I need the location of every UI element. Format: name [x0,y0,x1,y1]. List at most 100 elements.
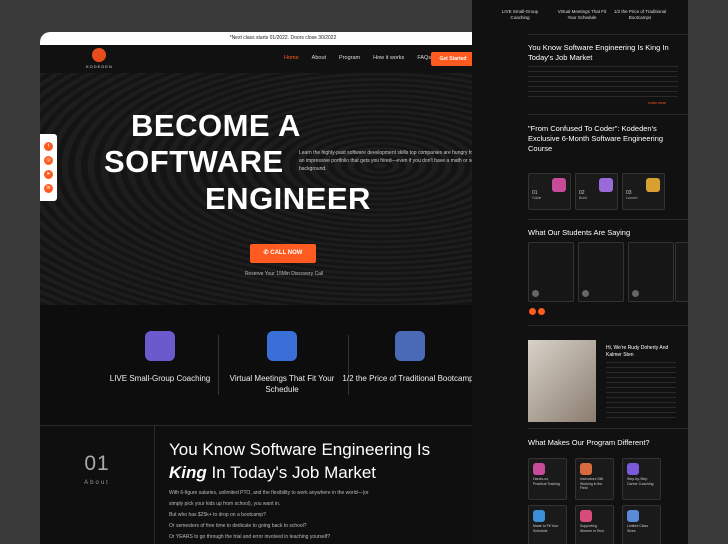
step-card: 03 Launch [622,173,665,210]
main-page: *Next class starts 01/2022. Doors close … [40,32,526,544]
avatar [582,290,589,297]
feature-price: 1/2 the Price of Traditional Bootcamps [340,305,480,384]
divider [528,325,688,326]
guide-icon [552,178,566,192]
nav-links: Home About Program How it works FAQs [284,55,431,61]
get-started-button[interactable]: Get Started [431,52,475,66]
call-now-label: CALL NOW [270,250,303,256]
side-course-heading: "From Confused To Coder": Kodeden's Excl… [528,124,664,153]
class-size-icon [627,510,639,522]
nav-how-it-works[interactable]: How it works [373,55,404,61]
feature-coaching: LIVE Small-Group Coaching [90,305,230,384]
testimonial-card [628,242,674,302]
program-card: Made to Fit Your Schedule [528,505,567,544]
program-card: Hands-on, Practical Training [528,458,567,500]
about-heading: You Know Software Engineering Is King In… [169,438,509,484]
social-bar: t ◎ ➤ in [40,134,57,201]
founders-photo [528,340,596,422]
paragraph: Or YEARS to go through the trial and err… [169,534,331,540]
group-coaching-icon [145,331,175,361]
step-title: Guide [532,196,542,200]
hero-copy: Learn the highly-paid software developme… [299,150,497,172]
telegram-icon[interactable]: ➤ [44,170,53,179]
step-card: 01 Guide [528,173,571,210]
testimonial-card [675,242,688,302]
divider [528,428,688,429]
paragraph: With 6-figure salaries, unlimited PTO, a… [169,490,369,496]
hero-headline-line3: ENGINEER [205,181,371,216]
reserve-text: Reserve Your 15Min Discovery Call [244,271,324,277]
program-item: Hands-on, Practical Training [533,477,560,486]
divider [528,219,688,220]
navbar: KODEDEN Home About Program How it works … [40,45,526,73]
nav-faqs[interactable]: FAQs [417,55,431,61]
heading-part: In Today's Job Market [211,463,377,482]
side-about-copy [528,66,678,100]
about-section: 01 About You Know Software Engineering I… [40,425,526,544]
section-number-block: 01 About [40,426,155,544]
launch-icon [646,178,660,192]
certificate-icon [395,331,425,361]
logo[interactable]: KODEDEN [86,48,113,69]
instructor-icon [580,463,592,475]
nav-program[interactable]: Program [339,55,360,61]
about-copy: With 6-figure salaries, unlimited PTO, a… [169,488,489,543]
feature-title: LIVE Small-Group Coaching [109,374,211,383]
heading-part: You Know Software Engineering Is [169,440,431,459]
avatar [632,290,639,297]
logo-text: KODEDEN [86,64,113,69]
program-card: Limited Class Sizes [622,505,661,544]
program-item: Supporting Women in Tech [580,524,604,533]
side-founders-copy [606,362,676,418]
step-title: Build [579,196,587,200]
hero-section: BECOME A SOFTWARE ENGINEER Learn the hig… [40,73,526,305]
side-founders-heading: Hi, We're Rudy Doherty And Kalmer Sten [606,345,669,358]
linkedin-icon[interactable]: in [44,184,53,193]
side-preview: LIVE Small-Group Coaching Virtual Meetin… [472,0,688,544]
women-icon [580,510,592,522]
feature-title: 1/2 the Price of Traditional Bootcamps [342,374,478,383]
testimonial-card [528,242,574,302]
testimonial-card [578,242,624,302]
paragraph: But who has $25k+ to drop on a bootcamp? [169,512,266,518]
paragraph: simply pick your kids up from school), y… [169,501,281,507]
logo-mark-icon [92,48,107,62]
program-card: Instructors Still Working in the Field [575,458,614,500]
feature-meetings: Virtual Meetings That Fit Your Schedule [212,305,352,395]
build-icon [599,178,613,192]
avatar [532,290,539,297]
carousel-prev-icon[interactable] [529,308,536,315]
section-number: 01 [84,452,110,475]
hero-headline-line1: BECOME A [131,108,301,143]
twitter-icon[interactable]: t [44,142,53,151]
announcement-bar: *Next class starts 01/2022. Doors close … [40,32,526,45]
schedule-icon [533,510,545,522]
step-title: Launch [626,196,638,200]
learn-more-link[interactable]: Learn more [648,101,678,107]
nav-about[interactable]: About [312,55,326,61]
nav-home[interactable]: Home [284,55,299,61]
side-about-heading: You Know Software Engineering Is King In… [528,43,669,62]
call-now-button[interactable]: ✆ CALL NOW [250,244,316,263]
heading-emphasis: King [169,463,207,482]
side-feature: LIVE Small-Group Coaching [501,9,539,20]
program-card: Supporting Women in Tech [575,505,614,544]
features-strip: LIVE Small-Group Coaching Virtual Meetin… [40,305,526,425]
section-label: About [84,480,110,486]
program-item: Instructors Still Working in the Field [580,477,603,490]
side-feature: 1/2 the Price of Traditional Bootcamps [613,9,667,20]
program-item: Limited Class Sizes [627,524,649,533]
feature-title: Virtual Meetings That Fit Your Schedule [229,374,335,394]
paragraph: Or semesters of free time to dedicate to… [169,523,307,529]
divider [528,34,688,35]
instagram-icon[interactable]: ◎ [44,156,53,165]
program-item: Made to Fit Your Schedule [533,524,559,533]
training-icon [533,463,545,475]
side-program-heading: What Makes Our Program Different? [528,438,650,447]
program-card: Step-by-Step Career Coaching [622,458,661,500]
carousel-next-icon[interactable] [538,308,545,315]
side-feature: Virtual Meetings That Fit Your Schedule [557,9,607,20]
calendar-icon [267,331,297,361]
program-item: Step-by-Step Career Coaching [627,477,654,486]
coaching-icon [627,463,639,475]
